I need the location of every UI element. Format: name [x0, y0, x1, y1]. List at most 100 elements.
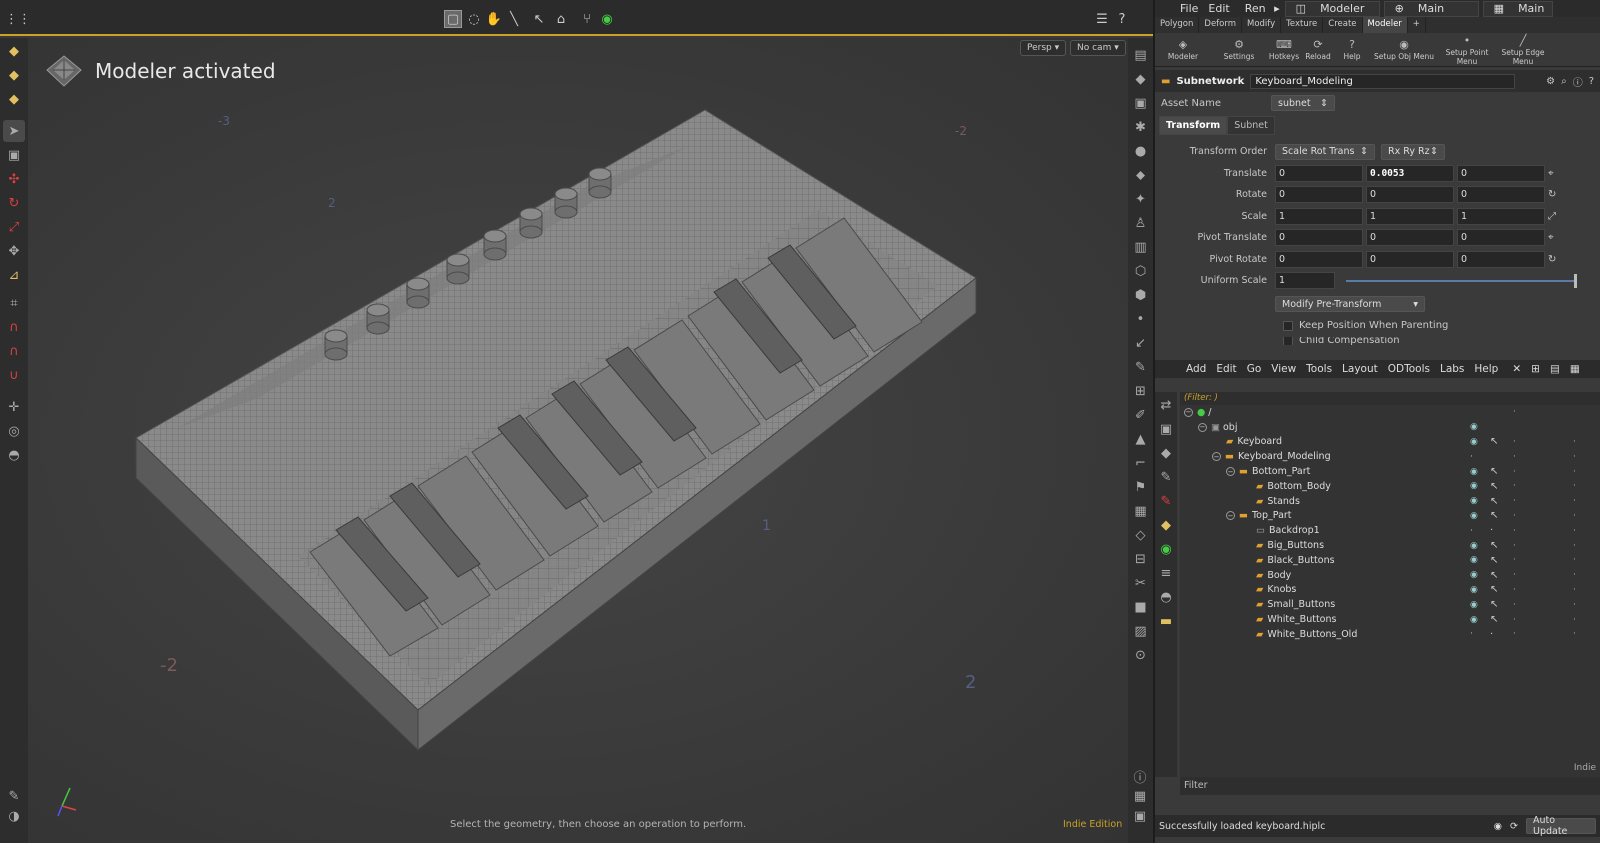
knife-icon[interactable]: ✂: [1130, 572, 1152, 594]
sphere-icon[interactable]: ◑: [3, 805, 25, 827]
translate-handle-icon[interactable]: ⌖: [1548, 168, 1554, 179]
uniform-scale-slider-handle[interactable]: [1574, 273, 1577, 288]
pivot-translate-z-field[interactable]: 0: [1457, 229, 1545, 247]
top-icon[interactable]: ▬: [1155, 610, 1177, 632]
location-icon[interactable]: ⊙: [1130, 644, 1152, 666]
tree-row-knobs[interactable]: ▰ Knobs ◉ ↖ · ·: [1180, 583, 1600, 598]
tree-row-bottom-body[interactable]: ▰ Bottom_Body ◉ ↖ · ·: [1180, 479, 1600, 494]
scale-handle-icon[interactable]: ⤢: [1548, 211, 1556, 222]
flag-icon[interactable]: ⚑: [1130, 476, 1152, 498]
net-menu-edit[interactable]: Edit: [1211, 363, 1241, 375]
obj-icon[interactable]: ▣: [1155, 418, 1177, 440]
help-panel-icon[interactable]: ?: [1589, 76, 1594, 87]
pivot-rotate-z-field[interactable]: 0: [1457, 250, 1545, 268]
pen-icon[interactable]: ✎: [1155, 466, 1177, 488]
refresh-icon[interactable]: ⟳: [1510, 821, 1518, 832]
lasso-select-icon[interactable]: ◌: [465, 10, 483, 28]
pivot-rotate-y-field[interactable]: 0: [1366, 250, 1454, 268]
eye-icon[interactable]: ◉: [1470, 570, 1478, 580]
tab-subnet[interactable]: Subnet: [1227, 116, 1275, 135]
eye-icon[interactable]: ◉: [1470, 467, 1478, 477]
brush-icon[interactable]: ✎: [1130, 356, 1152, 378]
tree-filter-field[interactable]: Filter: [1180, 777, 1600, 795]
laser-select-icon[interactable]: ╲: [505, 10, 523, 28]
magnet-icon[interactable]: ∪: [3, 364, 25, 386]
eye-icon[interactable]: ◉: [1470, 496, 1478, 506]
tab-create[interactable]: Create: [1323, 17, 1363, 33]
net-menu-layout[interactable]: Layout: [1337, 363, 1383, 375]
scale-z-field[interactable]: 1: [1457, 207, 1545, 225]
shader-icon[interactable]: ◆: [1155, 514, 1177, 536]
sphere-shade-icon[interactable]: ●: [1130, 140, 1152, 162]
menu-edit[interactable]: Edit: [1203, 2, 1234, 15]
uniform-scale-slider[interactable]: [1346, 279, 1574, 282]
select-icon[interactable]: ↖: [1490, 584, 1498, 595]
eye-icon[interactable]: ◉: [1470, 600, 1478, 610]
chop-icon[interactable]: ◉: [1155, 538, 1177, 560]
select-visible-icon[interactable]: ◉: [598, 10, 616, 28]
cam-snap-icon[interactable]: ▥: [1130, 236, 1152, 258]
pin-icon[interactable]: ⬥: [1130, 164, 1152, 186]
transform-tool-icon[interactable]: ✥: [3, 240, 25, 262]
person-icon[interactable]: ♙: [1130, 212, 1152, 234]
box-select-icon[interactable]: ▢: [444, 10, 462, 28]
add-tab-button[interactable]: +: [1408, 17, 1426, 33]
eye-icon[interactable]: ◉: [1470, 437, 1478, 447]
uv-icon[interactable]: ⊞: [1130, 380, 1152, 402]
select-icon[interactable]: ↖: [1490, 599, 1498, 610]
gear-icon[interactable]: ⚙: [1546, 76, 1555, 87]
select-tool-icon[interactable]: ➤: [3, 120, 25, 142]
paint-select-icon[interactable]: ✋: [485, 10, 503, 28]
prim-snap-icon[interactable]: ∩: [3, 316, 25, 338]
eye-icon[interactable]: ◉: [1470, 585, 1478, 595]
tree-row-keyboard-modeling[interactable]: − ▬ Keyboard_Modeling · · ·: [1180, 449, 1600, 464]
pivot-rotate-x-field[interactable]: 0: [1275, 250, 1363, 268]
move-tool-icon[interactable]: ✣: [3, 168, 25, 190]
select-icon[interactable]: ↖: [1490, 540, 1498, 551]
scale-x-field[interactable]: 1: [1275, 207, 1363, 225]
eye-icon[interactable]: ◉: [1470, 615, 1478, 625]
grid-view-icon[interactable]: ▦: [1565, 363, 1585, 375]
net-menu-go[interactable]: Go: [1242, 363, 1267, 375]
select-icon[interactable]: ↖: [1490, 481, 1498, 492]
scale-y-field[interactable]: 1: [1366, 207, 1454, 225]
tree-row-black-buttons[interactable]: ▰ Black_Buttons ◉ ↖ · ·: [1180, 553, 1600, 568]
pivot-icon[interactable]: ✛: [3, 396, 25, 418]
node-name-field[interactable]: Keyboard_Modeling: [1250, 73, 1516, 89]
select-icon[interactable]: ↖: [1490, 466, 1498, 477]
graph-icon[interactable]: ⊟: [1130, 548, 1152, 570]
tab-deform[interactable]: Deform: [1199, 17, 1242, 33]
tree-row-body[interactable]: ▰ Body ◉ ↖ · ·: [1180, 568, 1600, 583]
tab-transform[interactable]: Transform: [1159, 116, 1228, 135]
light-icon[interactable]: ✱: [1130, 116, 1152, 138]
persp-camera-dropdown[interactable]: Persp ▾: [1020, 40, 1067, 56]
rotate-z-field[interactable]: 0: [1457, 186, 1545, 204]
collapse-icon[interactable]: −: [1198, 422, 1207, 432]
shade-icon[interactable]: ◆: [1130, 68, 1152, 90]
cop-icon[interactable]: ≡: [1155, 562, 1177, 584]
layout-icon[interactable]: ▦: [1129, 785, 1151, 807]
net-menu-tools[interactable]: Tools: [1301, 363, 1337, 375]
collapse-icon[interactable]: −: [1226, 467, 1235, 477]
select-icon[interactable]: ↖: [1490, 555, 1498, 566]
tree-row-keyboard[interactable]: ▰ Keyboard ◉ ↖ · ·: [1180, 435, 1600, 450]
shelf-setup-edge-button[interactable]: ╱ Setup Edge Menu: [1495, 33, 1551, 66]
search-icon[interactable]: ⌕: [1561, 76, 1567, 87]
paint-tool-icon[interactable]: ◆: [3, 64, 25, 86]
tree-row-stands[interactable]: ▰ Stands ◉ ↖ · ·: [1180, 494, 1600, 509]
image-icon[interactable]: ▨: [1130, 620, 1152, 642]
tab-texture[interactable]: Texture: [1281, 17, 1324, 33]
corner-icon[interactable]: ⌐: [1130, 452, 1152, 474]
snapshot-icon[interactable]: ▣: [1129, 805, 1151, 827]
collapse-icon[interactable]: −: [1212, 452, 1221, 462]
render-icon[interactable]: ▲: [1130, 428, 1152, 450]
select-icon[interactable]: ↖: [1490, 614, 1498, 625]
select-icon[interactable]: ↖: [1490, 436, 1498, 447]
info-panel-icon[interactable]: ⓘ: [1573, 74, 1583, 89]
select-icon[interactable]: ↖: [1490, 510, 1498, 521]
camera-icon[interactable]: ◓: [3, 444, 25, 466]
tree-row-root[interactable]: − ● / ·: [1180, 405, 1600, 420]
scene-viewport[interactable]: ⋮⋮ ▢ ◌ ✋ ╲ ↖ ⌂ ⑂ ◉ ☰ ? ◆ ◆ ◆ ➤ ▣ ✣ ↻ ⤢ ✥…: [0, 0, 1153, 843]
secure-select-icon[interactable]: ⌂: [552, 10, 570, 28]
child-comp-checkbox[interactable]: [1283, 336, 1293, 345]
